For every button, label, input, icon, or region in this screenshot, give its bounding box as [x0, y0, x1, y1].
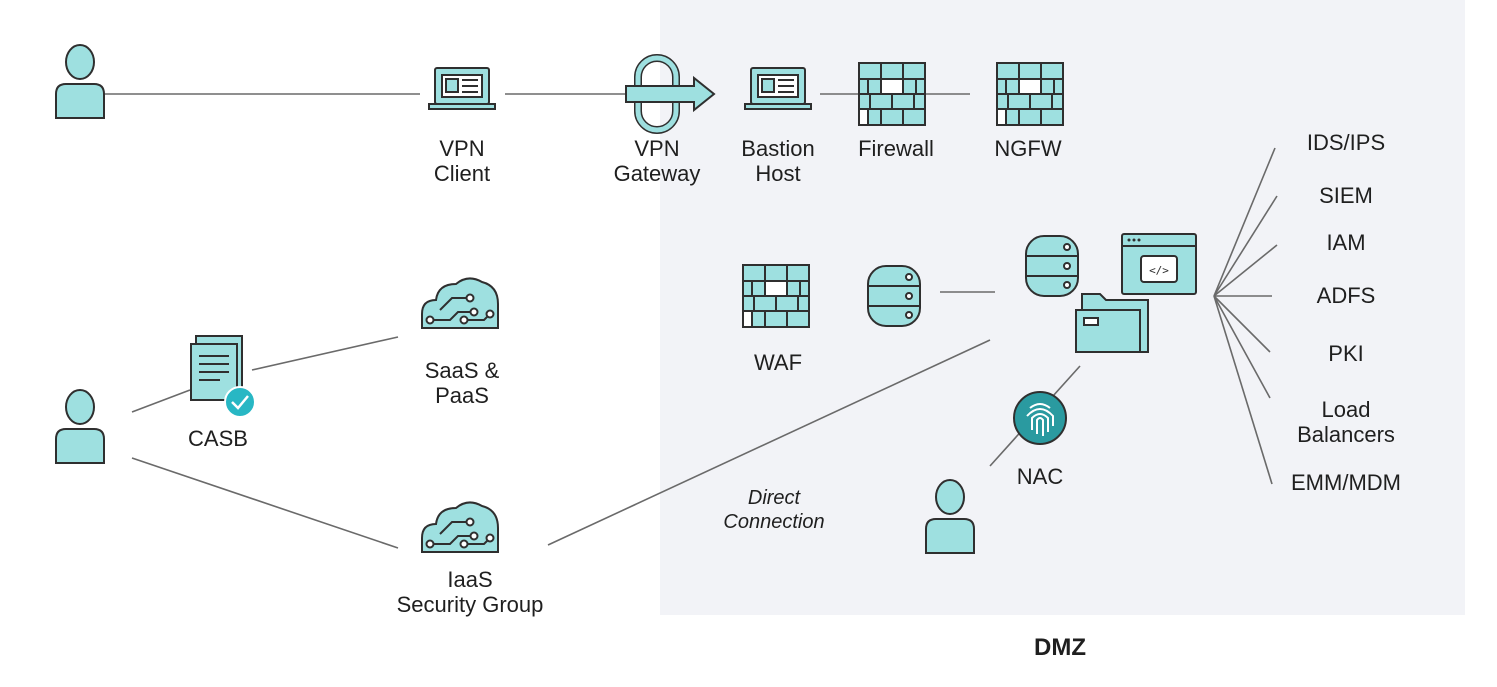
direct-connection-label: Direct [748, 487, 802, 509]
connector-line [131, 389, 191, 413]
service-label: IDS/IPS [1307, 130, 1385, 155]
dmz-label: DMZ [1034, 634, 1086, 661]
user-icon [55, 389, 105, 464]
bastion-host-label: Host [755, 161, 800, 186]
database-icon [867, 265, 921, 327]
fingerprint-icon [1013, 391, 1067, 445]
iaas-label: Security Group [397, 592, 544, 617]
bastion-host-label: Bastion [741, 136, 814, 161]
vpn-client-label: Client [434, 161, 490, 186]
service-label: Load [1322, 397, 1371, 422]
document-check-icon [190, 335, 256, 418]
service-label: IAM [1326, 230, 1365, 255]
vpn-client-label: VPN [439, 136, 484, 161]
connector-line [131, 457, 399, 549]
svg-text:</>: </> [1149, 264, 1169, 277]
brick-wall-icon [742, 264, 810, 328]
vpn-gateway-label: VPN [634, 136, 679, 161]
ngfw-label: NGFW [994, 136, 1061, 161]
direct-connection-label: Connection [723, 511, 824, 533]
service-label: EMM/MDM [1291, 470, 1401, 495]
firewall-label: Firewall [858, 136, 934, 161]
network-diagram: VPN Client VPN Gateway Bastion Host Fire… [55, 0, 1465, 661]
vpn-gateway-label: Gateway [614, 161, 701, 186]
service-label: ADFS [1317, 283, 1376, 308]
service-label: SIEM [1319, 183, 1373, 208]
database-icon [1025, 235, 1079, 297]
cloud-circuit-icon [421, 501, 499, 553]
connector-line [251, 336, 399, 371]
folder-icon [1075, 293, 1149, 353]
user-icon [55, 44, 105, 119]
nac-label: NAC [1017, 464, 1064, 489]
saas-paas-label: SaaS & [425, 358, 500, 383]
brick-wall-icon [858, 62, 926, 126]
saas-paas-label: PaaS [435, 383, 489, 408]
brick-wall-icon [996, 62, 1064, 126]
casb-label: CASB [188, 426, 248, 451]
laptop-icon [744, 67, 812, 110]
waf-label: WAF [754, 350, 802, 375]
laptop-icon [428, 67, 496, 110]
cloud-circuit-icon [421, 277, 499, 329]
iaas-label: IaaS [447, 567, 492, 592]
service-label: Balancers [1297, 422, 1395, 447]
code-window-icon: </> [1121, 233, 1197, 295]
service-label: PKI [1328, 341, 1363, 366]
